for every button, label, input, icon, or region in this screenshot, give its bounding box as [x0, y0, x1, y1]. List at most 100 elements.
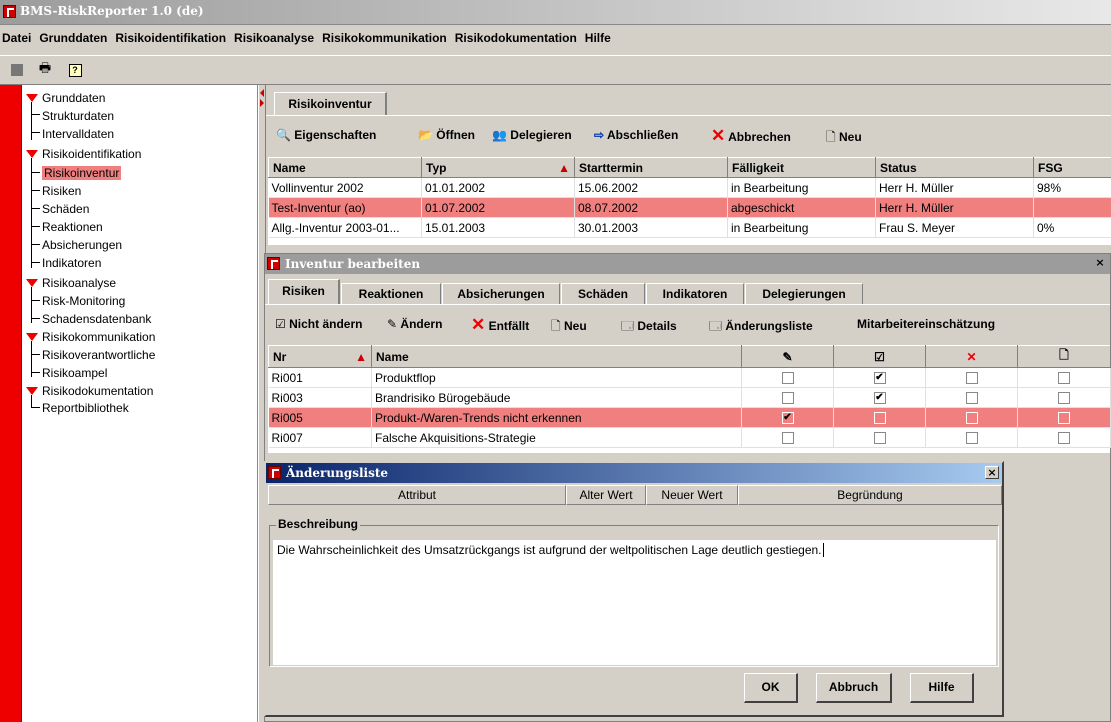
tree-reaktionen[interactable]: Reaktionen [42, 218, 103, 236]
tree-absicherungen[interactable]: Absicherungen [42, 236, 122, 254]
collapse-left-icon[interactable] [260, 89, 264, 97]
menu-grunddaten[interactable]: Grunddaten [35, 25, 111, 45]
table-row-selected[interactable]: Test-Inventur (ao) 01.07.2002 08.07.2002 ab… [268, 197, 1111, 218]
table-row[interactable]: Allg.-Inventur 2003-01... 15.01.2003 30.01… [268, 217, 1111, 238]
expanded-arrow-icon[interactable] [26, 333, 38, 341]
check-neu[interactable] [1058, 372, 1070, 385]
menu-datei[interactable]: Datei [0, 25, 35, 45]
check-nicht-aendern[interactable]: ✔ [873, 392, 886, 405]
delegieren-button[interactable]: 👥 Delegieren [492, 128, 572, 142]
col-header-neuer-wert[interactable]: Neuer Wert [646, 485, 738, 505]
expanded-arrow-icon[interactable] [26, 387, 38, 395]
hilfe-button[interactable]: Hilfe [910, 673, 974, 703]
col-header-begruendung[interactable]: Begründung [738, 485, 1002, 505]
abbrechen-button[interactable]: ✕ Abbrechen [711, 126, 791, 146]
tree-risikoidentifikation[interactable]: Risikoidentifikation [42, 145, 141, 163]
check-entfaellt[interactable] [965, 432, 978, 445]
col-header-neu[interactable]: 🗋 [1017, 345, 1111, 368]
help-icon[interactable]: ? [66, 62, 84, 78]
tree-risikoinventur[interactable]: Risikoinventur [42, 166, 122, 180]
aendern-button[interactable]: ✎ Ändern [387, 317, 442, 331]
col-header-entfaellt[interactable]: ✕ [925, 345, 1018, 368]
check-aendern[interactable] [781, 432, 794, 445]
tree-schaeden[interactable]: Schäden [42, 200, 89, 218]
tab-schaeden[interactable]: Schäden [561, 283, 645, 304]
eigenschaften-button[interactable]: 🔍 Eigenschaften [276, 128, 376, 142]
tree-intervalldaten[interactable]: Intervalldaten [42, 125, 114, 143]
check-nicht-aendern[interactable] [873, 412, 886, 425]
details-button[interactable]: 🗔 Details [621, 317, 677, 338]
mitarbeitereinschaetzung-button[interactable]: Mitarbeitereinschätzung [857, 317, 995, 331]
col-header-alter-wert[interactable]: Alter Wert [566, 485, 646, 505]
menu-hilfe[interactable]: Hilfe [581, 25, 615, 45]
entfaellt-button[interactable]: ✕ Entfällt [471, 315, 529, 335]
check-aendern[interactable]: ✔ [781, 412, 794, 425]
col-header-name[interactable]: Name [268, 157, 422, 178]
abschliessen-button[interactable]: ⇨ Abschließen [594, 128, 678, 142]
col-header-nr[interactable]: Nr ▲ [268, 345, 372, 368]
tree-reportbibliothek[interactable]: Reportbibliothek [42, 399, 129, 417]
check-aendern[interactable] [781, 392, 794, 405]
check-neu[interactable] [1058, 392, 1070, 405]
tab-delegierungen[interactable]: Delegierungen [745, 283, 863, 304]
col-header-fsg[interactable]: FSG [1033, 157, 1111, 178]
col-header-status[interactable]: Status [875, 157, 1034, 178]
col-header-typ[interactable]: Typ ▲ [421, 157, 575, 178]
check-aendern[interactable] [781, 372, 794, 385]
table-row[interactable]: Ri003 Brandrisiko Bürogebäude ✔ [268, 387, 1111, 408]
tree-risk-monitoring[interactable]: Risk-Monitoring [42, 292, 125, 310]
menu-risikokommunikation[interactable]: Risikokommunikation [318, 25, 451, 45]
tree-strukturdaten[interactable]: Strukturdaten [42, 107, 114, 125]
check-nicht-aendern[interactable]: ✔ [873, 372, 886, 385]
table-row[interactable]: Ri007 Falsche Akquisitions-Strategie [268, 427, 1111, 448]
nicht-aendern-button[interactable]: ☑ Nicht ändern [275, 317, 362, 331]
save-icon[interactable] [8, 62, 26, 78]
abbruch-button[interactable]: Abbruch [816, 673, 892, 703]
col-header-starttermin[interactable]: Starttermin [574, 157, 728, 178]
col-header-aendern[interactable]: ✎ [741, 345, 834, 368]
tree-indikatoren[interactable]: Indikatoren [42, 254, 101, 272]
tab-risiken[interactable]: Risiken [268, 279, 340, 304]
close-icon[interactable]: × [985, 466, 999, 479]
table-row-selected[interactable]: Ri005 Produkt-/Waren-Trends nicht erkenne… [268, 407, 1111, 428]
check-entfaellt[interactable] [965, 392, 978, 405]
col-header-nicht-aendern[interactable]: ☑ [833, 345, 926, 368]
tab-risikoinventur[interactable]: Risikoinventur [274, 92, 387, 116]
menu-risikoanalyse[interactable]: Risikoanalyse [230, 25, 318, 45]
tree-risikoverantwortliche[interactable]: Risikoverantwortliche [42, 346, 155, 364]
tree-risikokommunikation[interactable]: Risikokommunikation [42, 328, 155, 346]
expand-right-icon[interactable] [260, 99, 264, 107]
ok-button[interactable]: OK [744, 673, 798, 703]
col-header-name[interactable]: Name [371, 345, 742, 368]
check-neu[interactable] [1058, 432, 1070, 445]
beschreibung-textarea[interactable]: Die Wahrscheinlichkeit des Umsatzrückgan… [273, 540, 996, 665]
aenderungsliste-button[interactable]: 🗔 Änderungsliste [709, 317, 813, 338]
table-row[interactable]: Ri001 Produktflop ✔ [268, 367, 1111, 388]
print-icon[interactable]: 🖶 [36, 60, 54, 78]
tree-risikodokumentation[interactable]: Risikodokumentation [42, 382, 153, 400]
tree-schadensdatenbank[interactable]: Schadensdatenbank [42, 310, 151, 328]
expanded-arrow-icon[interactable] [26, 279, 38, 287]
expanded-arrow-icon[interactable] [26, 150, 38, 158]
tree-grunddaten[interactable]: Grunddaten [42, 89, 105, 107]
check-entfaellt[interactable] [965, 372, 978, 385]
menu-risikoidentifikation[interactable]: Risikoidentifikation [111, 25, 230, 45]
tab-absicherungen[interactable]: Absicherungen [442, 283, 560, 304]
tree-risiken[interactable]: Risiken [42, 182, 81, 200]
oeffnen-button[interactable]: 📂 Öffnen [418, 128, 475, 142]
tab-indikatoren[interactable]: Indikatoren [646, 283, 744, 304]
expanded-arrow-icon[interactable] [26, 94, 38, 102]
check-neu[interactable] [1058, 412, 1070, 425]
neu-button[interactable]: 🗋 Neu [551, 317, 587, 338]
menu-risikodokumentation[interactable]: Risikodokumentation [451, 25, 581, 45]
neu-button[interactable]: 🗋 Neu [826, 128, 862, 149]
tree-risikoanalyse[interactable]: Risikoanalyse [42, 274, 116, 292]
tab-reaktionen[interactable]: Reaktionen [341, 283, 441, 304]
tree-risikoampel[interactable]: Risikoampel [42, 364, 107, 382]
check-nicht-aendern[interactable] [873, 432, 886, 445]
col-header-attribut[interactable]: Attribut [268, 485, 566, 505]
check-entfaellt[interactable] [965, 412, 978, 425]
col-header-faelligkeit[interactable]: Fälligkeit [727, 157, 876, 178]
table-row[interactable]: Vollinventur 2002 01.01.2002 15.06.2002 in … [268, 177, 1111, 198]
close-icon[interactable]: × [1093, 257, 1107, 270]
